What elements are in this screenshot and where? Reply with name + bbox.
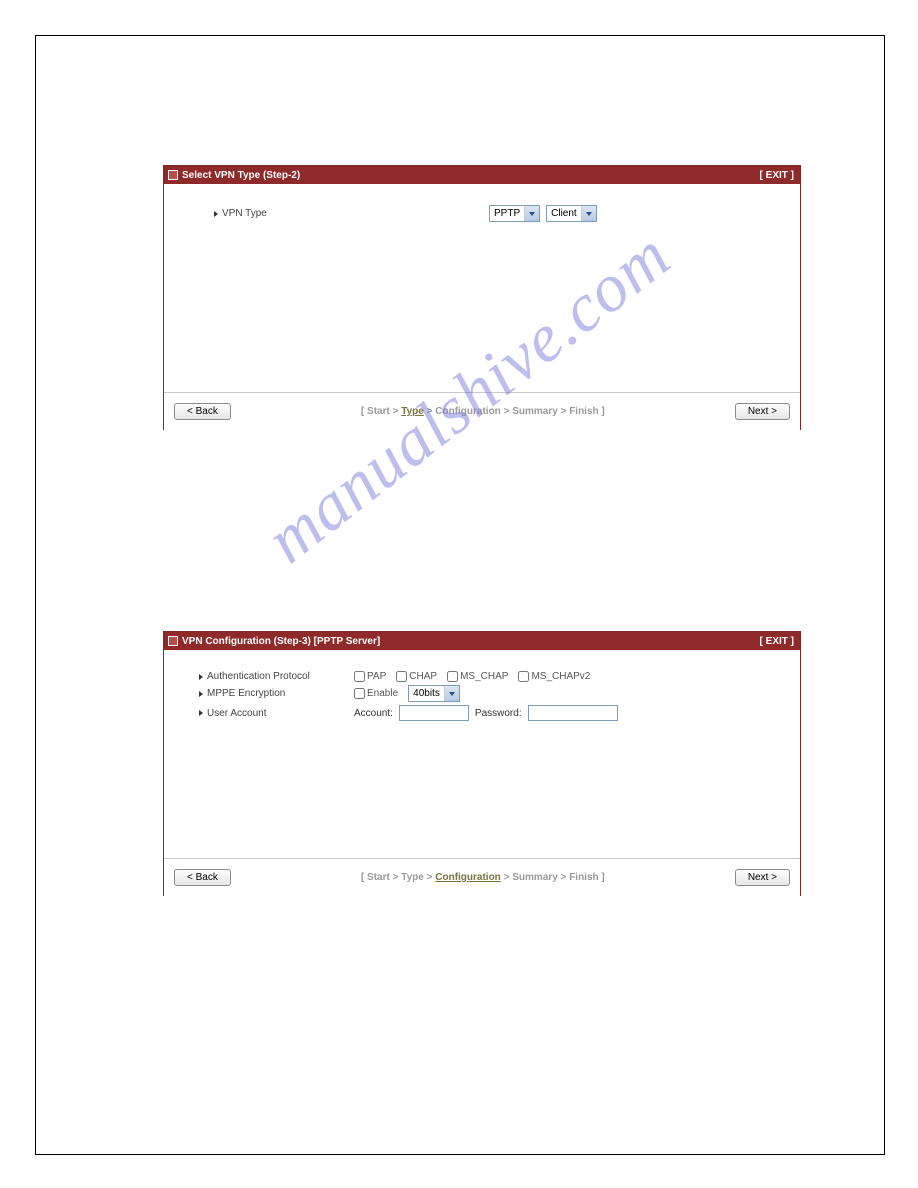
- panel-body: Authentication Protocol PAP CHAP MS_CHAP…: [164, 650, 800, 858]
- mppe-bits-select[interactable]: 40bits: [408, 685, 460, 702]
- pap-checkbox[interactable]: [354, 671, 365, 682]
- chevron-down-icon: [581, 206, 596, 221]
- breadcrumb: [ Start > Type > Configuration > Summary…: [361, 406, 605, 417]
- exit-link[interactable]: [ EXIT ]: [760, 636, 794, 647]
- vpn-mode-select[interactable]: Client: [546, 205, 597, 222]
- account-label: Account:: [354, 708, 393, 719]
- panel-title: VPN Configuration (Step-3) [PPTP Server]: [182, 636, 380, 647]
- panel-vpn-type: Select VPN Type (Step-2) [ EXIT ] VPN Ty…: [163, 165, 801, 430]
- breadcrumb: [ Start > Type > Configuration > Summary…: [361, 872, 605, 883]
- page-outline: Select VPN Type (Step-2) [ EXIT ] VPN Ty…: [35, 35, 885, 1155]
- caret-icon: [199, 674, 203, 680]
- mschapv2-checkbox[interactable]: [518, 671, 529, 682]
- password-input[interactable]: [528, 705, 618, 721]
- breadcrumb-active[interactable]: Configuration: [435, 872, 501, 883]
- chevron-down-icon: [524, 206, 539, 221]
- panel-title: Select VPN Type (Step-2): [182, 170, 300, 181]
- caret-icon: [199, 691, 203, 697]
- caret-icon: [214, 211, 218, 217]
- panel-vpn-config: VPN Configuration (Step-3) [PPTP Server]…: [163, 631, 801, 896]
- next-button[interactable]: Next >: [735, 403, 790, 420]
- next-button[interactable]: Next >: [735, 869, 790, 886]
- panel-body: VPN Type PPTP Client: [164, 184, 800, 392]
- back-button[interactable]: < Back: [174, 869, 231, 886]
- user-account-label: User Account: [199, 708, 354, 719]
- header-icon: [168, 170, 178, 180]
- password-label: Password:: [475, 708, 522, 719]
- panel-footer: < Back [ Start > Type > Configuration > …: [164, 392, 800, 430]
- chap-checkbox[interactable]: [396, 671, 407, 682]
- mppe-enable-checkbox[interactable]: [354, 688, 365, 699]
- mppe-label: MPPE Encryption: [199, 688, 354, 699]
- exit-link[interactable]: [ EXIT ]: [760, 170, 794, 181]
- chevron-down-icon: [444, 686, 459, 701]
- breadcrumb-active[interactable]: Type: [401, 406, 424, 417]
- panel-header: Select VPN Type (Step-2) [ EXIT ]: [164, 166, 800, 184]
- account-input[interactable]: [399, 705, 469, 721]
- panel-header: VPN Configuration (Step-3) [PPTP Server]…: [164, 632, 800, 650]
- caret-icon: [199, 710, 203, 716]
- mschap-checkbox[interactable]: [447, 671, 458, 682]
- auth-protocol-label: Authentication Protocol: [199, 671, 354, 682]
- header-icon: [168, 636, 178, 646]
- back-button[interactable]: < Back: [174, 403, 231, 420]
- vpn-protocol-select[interactable]: PPTP: [489, 205, 540, 222]
- vpn-type-label: VPN Type: [214, 208, 369, 219]
- panel-footer: < Back [ Start > Type > Configuration > …: [164, 858, 800, 896]
